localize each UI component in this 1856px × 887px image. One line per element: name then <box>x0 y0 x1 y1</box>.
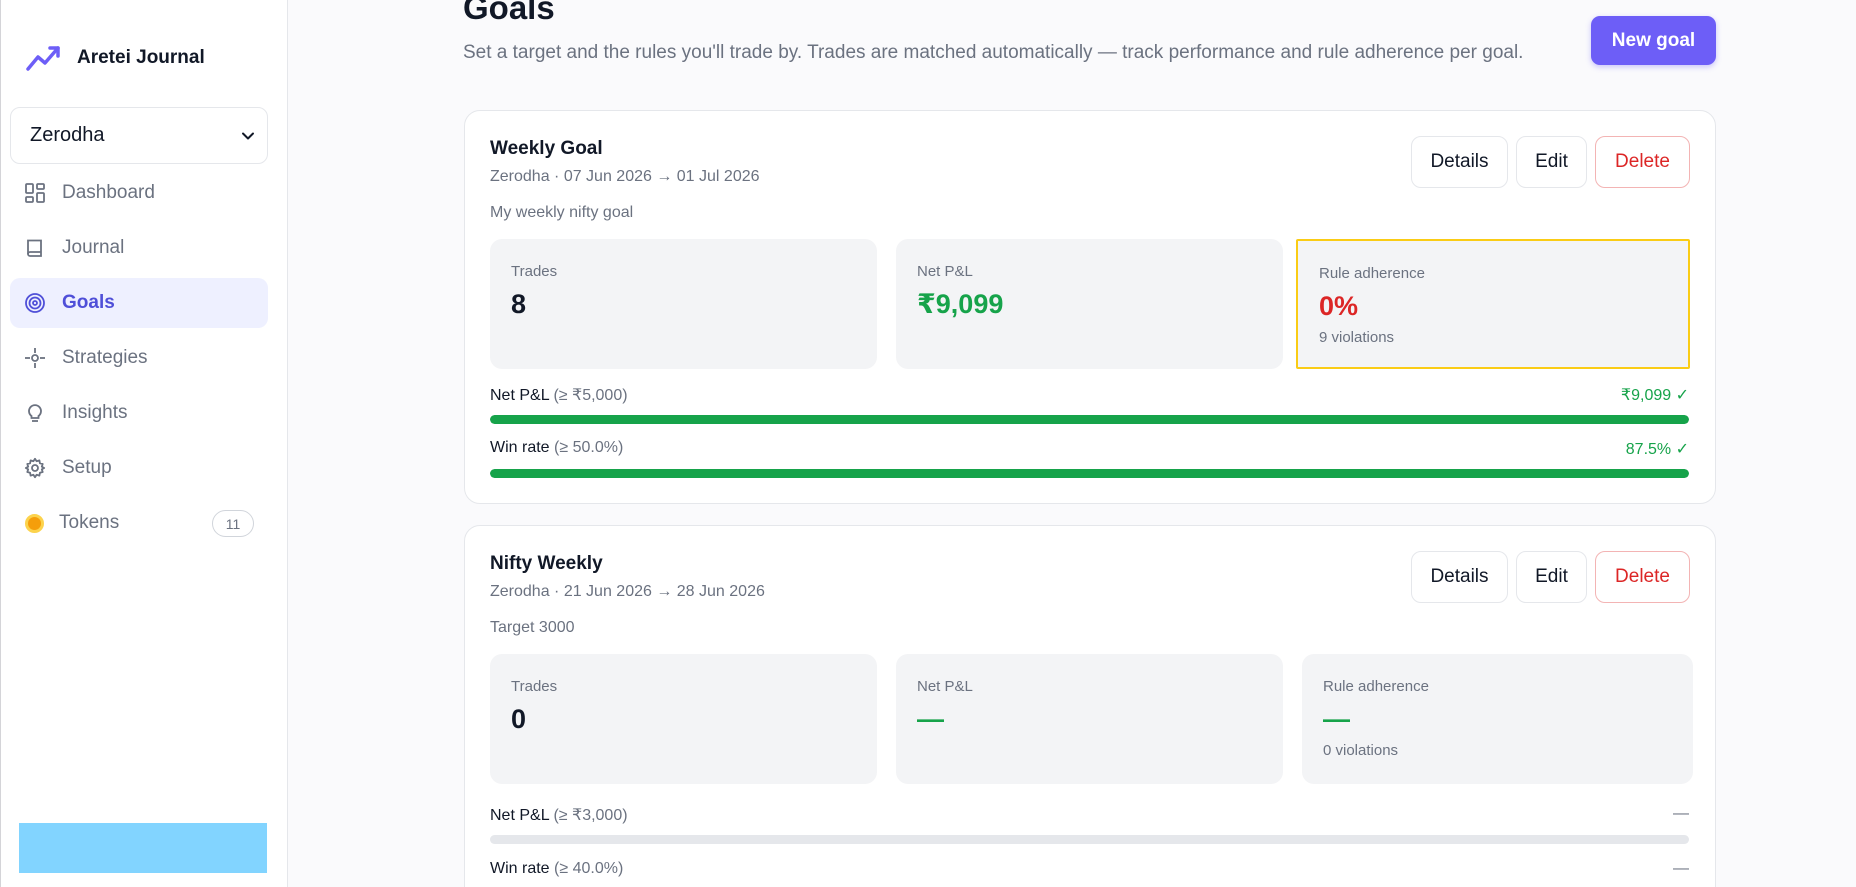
goal-actions: Details Edit Delete <box>1411 551 1690 603</box>
stat-value: — <box>1323 704 1350 734</box>
goal-card: Nifty Weekly Zerodha · 21 Jun 2026 → 28 … <box>464 525 1716 887</box>
details-button[interactable]: Details <box>1411 551 1508 603</box>
progress-label: Net P&L (≥ ₹5,000) <box>490 385 628 405</box>
progress-fill <box>490 469 1689 478</box>
progress-condition: (≥ 50.0%) <box>554 439 624 456</box>
gear-icon <box>24 457 46 479</box>
goal-stats: Trades 8 Net P&L ₹9,099 Rule adherence 0… <box>490 239 1690 369</box>
lightbulb-icon <box>28 404 42 422</box>
sidebar-item-goals[interactable]: Goals <box>10 278 268 328</box>
coin-icon <box>25 513 44 533</box>
main-content: Goals Set a target and the rules you'll … <box>289 0 1856 887</box>
sidebar-item-insights[interactable]: Insights <box>10 388 268 438</box>
sidebar-item-label: Dashboard <box>62 182 155 203</box>
goal-meta: Zerodha · 21 Jun 2026 → 28 Jun 2026 <box>490 583 765 600</box>
progress-condition: (≥ 40.0%) <box>554 860 624 877</box>
brand-name: Aretei Journal <box>77 47 205 68</box>
stat-value: — <box>917 704 944 734</box>
progress-name: Win rate <box>490 439 550 456</box>
redacted-user-area[interactable] <box>19 823 267 873</box>
progress-label: Win rate (≥ 40.0%) <box>490 860 623 880</box>
broker-select-value: Zerodha <box>30 124 105 146</box>
sidebar-item-journal[interactable]: Journal <box>10 223 268 273</box>
brand[interactable]: Aretei Journal <box>25 40 205 76</box>
stat-label: Rule adherence <box>1319 265 1425 282</box>
progress-value: — <box>1673 860 1689 877</box>
net-pnl-stat: Net P&L — <box>896 654 1283 784</box>
stat-value: 8 <box>511 289 527 319</box>
progress-name: Win rate <box>490 860 550 877</box>
grid-icon <box>25 183 45 203</box>
stat-value: 0% <box>1319 291 1359 321</box>
crosshair-icon <box>25 348 45 368</box>
sidebar-item-label: Journal <box>62 237 125 258</box>
progress-condition: (≥ ₹3,000) <box>553 807 628 824</box>
goal-description: Target 3000 <box>490 619 575 636</box>
sidebar-item-dashboard[interactable]: Dashboard <box>10 168 268 218</box>
progress-condition: (≥ ₹5,000) <box>553 387 628 404</box>
tokens-count-badge: 11 <box>212 510 254 537</box>
goal-description: My weekly nifty goal <box>490 204 634 221</box>
progress-fill <box>490 415 1689 424</box>
progress-value: — <box>1673 805 1689 822</box>
sidebar-item-setup[interactable]: Setup <box>10 443 268 493</box>
stat-label: Rule adherence <box>1323 678 1429 695</box>
sidebar-item-label: Insights <box>62 402 128 423</box>
rule-adherence-stat[interactable]: Rule adherence — 0 violations <box>1302 654 1693 784</box>
progress-net-pnl: Net P&L (≥ ₹3,000) — <box>490 805 1689 844</box>
page-subtitle: Set a target and the rules you'll trade … <box>463 42 1524 63</box>
progress-net-pnl: Net P&L (≥ ₹5,000) ₹9,099 ✓ <box>490 385 1689 424</box>
progress-track <box>490 469 1689 478</box>
progress-win-rate: Win rate (≥ 50.0%) 87.5% ✓ <box>490 439 1689 478</box>
progress-name: Net P&L <box>490 387 549 404</box>
edit-button[interactable]: Edit <box>1516 136 1587 188</box>
sidebar: Aretei Journal Zerodha Dashboard Journal <box>0 0 288 887</box>
progress-win-rate: Win rate (≥ 40.0%) — <box>490 860 1689 887</box>
progress-track <box>490 415 1689 424</box>
progress-name: Net P&L <box>490 807 549 824</box>
sidebar-item-tokens[interactable]: Tokens 11 <box>10 498 268 548</box>
stat-label: Net P&L <box>917 678 973 695</box>
progress-track <box>490 835 1689 844</box>
broker-select[interactable]: Zerodha <box>10 107 268 164</box>
sidebar-nav: Dashboard Journal Goals Strategies Insig… <box>10 168 268 553</box>
goal-name: Nifty Weekly <box>490 553 603 574</box>
goal-stats: Trades 0 Net P&L — Rule adherence — 0 vi… <box>490 654 1693 784</box>
sidebar-item-label: Setup <box>62 457 112 478</box>
app-window: Aretei Journal Zerodha Dashboard Journal <box>0 0 1856 887</box>
sidebar-item-label: Strategies <box>62 347 148 368</box>
new-goal-button[interactable]: New goal <box>1591 16 1716 65</box>
trend-up-icon <box>26 46 60 71</box>
trades-stat: Trades 0 <box>490 654 877 784</box>
violations-count: 0 violations <box>1323 742 1399 759</box>
rule-adherence-stat[interactable]: Rule adherence 0% 9 violations <box>1296 239 1690 369</box>
target-icon <box>25 293 45 313</box>
violations-count: 9 violations <box>1319 329 1395 346</box>
progress-value: ₹9,099 ✓ <box>1620 387 1689 404</box>
sidebar-item-label: Goals <box>62 292 115 313</box>
goal-card: Weekly Goal Zerodha · 07 Jun 2026 → 01 J… <box>464 110 1716 504</box>
sidebar-item-label: Tokens <box>59 512 120 533</box>
edit-button[interactable]: Edit <box>1516 551 1587 603</box>
net-pnl-stat: Net P&L ₹9,099 <box>896 239 1283 369</box>
trades-stat: Trades 8 <box>490 239 877 369</box>
goal-meta: Zerodha · 07 Jun 2026 → 01 Jul 2026 <box>490 168 760 185</box>
delete-button[interactable]: Delete <box>1595 136 1690 188</box>
stat-label: Net P&L <box>917 263 973 280</box>
progress-value: 87.5% ✓ <box>1625 441 1689 458</box>
stat-value: ₹9,099 <box>917 289 1004 319</box>
goal-name: Weekly Goal <box>490 138 603 159</box>
progress-label: Net P&L (≥ ₹3,000) <box>490 805 628 825</box>
details-button[interactable]: Details <box>1411 136 1508 188</box>
stat-label: Trades <box>511 678 558 695</box>
delete-button[interactable]: Delete <box>1595 551 1690 603</box>
stat-label: Trades <box>511 263 558 280</box>
chevron-down-icon <box>242 132 254 139</box>
stat-value: 0 <box>511 704 527 734</box>
book-icon <box>27 239 42 257</box>
sidebar-item-strategies[interactable]: Strategies <box>10 333 268 383</box>
goal-actions: Details Edit Delete <box>1411 136 1690 188</box>
page-title: Goals <box>463 0 555 26</box>
progress-label: Win rate (≥ 50.0%) <box>490 439 623 459</box>
